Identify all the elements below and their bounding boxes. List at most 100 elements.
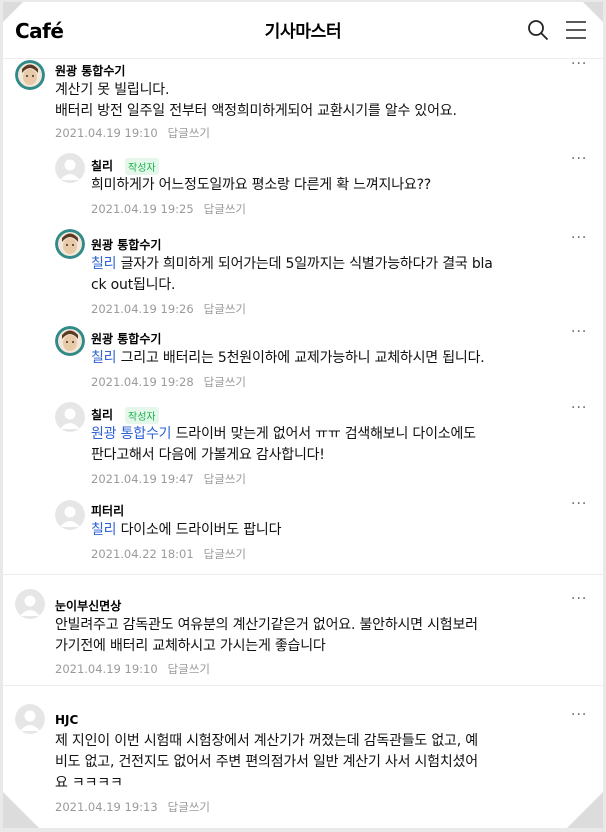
comment-date: 2021.04.19 19:28 xyxy=(91,375,194,389)
comment-author[interactable]: 원광 통합수기 xyxy=(55,62,125,79)
more-options-icon[interactable]: ··· xyxy=(571,56,587,72)
more-options-icon[interactable]: ··· xyxy=(571,230,587,246)
comment-item: 칠리 작성자 ··· 희미하게가 어느정도일까요 평소랑 다른게 확 느껴지나요?? 2… xyxy=(3,151,603,226)
more-options-icon[interactable]: ··· xyxy=(571,151,587,167)
comment-text: 칠리 그리고 배터리는 5천원이하에 교제가능하니 교체하시면 됩니다. xyxy=(91,348,593,369)
mention-link[interactable]: 칠리 xyxy=(91,522,117,538)
reply-button[interactable]: 답글쓰기 xyxy=(168,662,210,676)
more-options-icon[interactable]: ··· xyxy=(571,707,587,723)
comment-date: 2021.04.19 19:13 xyxy=(55,800,158,814)
comment-text: 칠리 다이소에 드라이버도 팝니다 xyxy=(91,520,593,541)
reply-button[interactable]: 답글쓰기 xyxy=(204,202,246,216)
comment-author[interactable]: 원광 통합수기 xyxy=(91,236,161,253)
comment-item: 칠리 작성자 ··· 원광 통합수기 드라이버 맞는게 없어서 ㅠㅠ 검색해보니 다이… xyxy=(3,397,603,492)
reply-button[interactable]: 답글쓰기 xyxy=(168,800,210,814)
comment-meta: 2021.04.19 19:28 답글쓰기 xyxy=(91,374,246,390)
more-options-icon[interactable]: ··· xyxy=(571,324,587,340)
comment-date: 2021.04.22 18:01 xyxy=(91,547,194,561)
reply-button[interactable]: 답글쓰기 xyxy=(204,472,246,486)
comment-line: ck out됩니다. xyxy=(91,275,593,296)
comment-meta: 2021.04.19 19:47 답글쓰기 xyxy=(91,471,246,487)
search-icon[interactable] xyxy=(527,19,549,41)
mention-link[interactable]: 원광 통합수기 xyxy=(91,426,172,442)
comment-date: 2021.04.19 19:10 xyxy=(55,662,158,676)
comment-line: 칠리 그리고 배터리는 5천원이하에 교제가능하니 교체하시면 됩니다. xyxy=(91,348,593,369)
comment-line-text: 비도 없고, 건전지도 없어서 주변 편의점가서 일반 계산기 사서 시험치셨어 xyxy=(55,754,478,770)
mention-link[interactable]: 칠리 xyxy=(91,256,117,272)
corner-fold-bottom-left xyxy=(3,792,39,828)
comment-item: 피터리 ··· 칠리 다이소에 드라이버도 팝니다 2021.04.22 18:01 답… xyxy=(3,492,603,575)
comment-text: 계산기 못 빌립니다. 배터리 방전 일주일 전부터 액정희미하게되어 교환시기를… xyxy=(55,80,593,122)
comment-line: 제 지인이 이번 시험때 시험장에서 계산기가 꺼졌는데 감독관들도 없고, 예 xyxy=(55,731,593,752)
comment-author[interactable]: 눈이부신면상 xyxy=(55,597,121,614)
comment-meta: 2021.04.19 19:13 답글쓰기 xyxy=(55,799,210,815)
comment-item: 원광 통합수기 ··· 칠리 그리고 배터리는 5천원이하에 교제가능하니 교체하시… xyxy=(3,320,603,397)
corner-fold-bottom-right xyxy=(567,792,603,828)
comment-date: 2021.04.19 19:26 xyxy=(91,302,194,316)
comment-line-text: 계산기 못 빌립니다. xyxy=(55,82,170,98)
comment-line-text: 글자가 희미하게 되어가는데 5일까지는 식별가능하다가 결국 bla xyxy=(116,256,493,272)
comment-line: 희미하게가 어느정도일까요 평소랑 다른게 확 느껴지나요?? xyxy=(91,175,593,196)
comment-item: 눈이부신면상 ··· 안빌려주고 감독관도 여유분의 계산기같은거 없어요. 불안하… xyxy=(3,575,603,686)
profile-photo-avatar[interactable] xyxy=(15,60,45,90)
more-options-icon[interactable]: ··· xyxy=(571,496,587,512)
comment-line-text: 안빌려주고 감독관도 여유분의 계산기같은거 없어요. 불안하시면 시험보러 xyxy=(55,617,478,633)
comment-item: HJC ··· 제 지인이 이번 시험때 시험장에서 계산기가 꺼졌는데 감독관들도… xyxy=(3,686,603,826)
comment-line: 칠리 다이소에 드라이버도 팝니다 xyxy=(91,520,593,541)
comment-line-text: 가기전에 배터리 교체하시고 가시는게 좋습니다 xyxy=(55,638,326,654)
comment-meta: 2021.04.22 18:01 답글쓰기 xyxy=(91,546,246,562)
profile-photo-avatar[interactable] xyxy=(55,326,85,356)
author-badge: 작성자 xyxy=(125,158,159,175)
comment-line-text: 요 ㅋㅋㅋㅋ xyxy=(55,775,123,791)
comment-author[interactable]: HJC xyxy=(55,713,78,727)
comment-item: 원광 통합수기 ··· 계산기 못 빌립니다. 배터리 방전 일주일 전부터 액정희미… xyxy=(3,56,603,153)
page-title: 기사마스터 xyxy=(264,22,342,42)
comment-line: 안빌려주고 감독관도 여유분의 계산기같은거 없어요. 불안하시면 시험보러 xyxy=(55,615,593,636)
comment-line: 배터리 방전 일주일 전부터 액정희미하게되어 교환시기를 알수 있어요. xyxy=(55,101,593,122)
comment-line-text: 희미하게가 어느정도일까요 평소랑 다른게 확 느껴지나요?? xyxy=(91,177,432,193)
comment-line-text: ck out됩니다. xyxy=(91,277,176,293)
reply-button[interactable]: 답글쓰기 xyxy=(204,302,246,316)
reply-button[interactable]: 답글쓰기 xyxy=(168,126,210,140)
profile-photo-avatar[interactable] xyxy=(55,229,85,259)
comment-text: 제 지인이 이번 시험때 시험장에서 계산기가 꺼졌는데 감독관들도 없고, 예… xyxy=(55,731,593,794)
comment-author[interactable]: 피터리 xyxy=(91,502,124,519)
more-options-icon[interactable]: ··· xyxy=(571,400,587,416)
hamburger-menu-icon[interactable] xyxy=(565,19,587,41)
default-avatar[interactable] xyxy=(15,589,45,619)
author-badge: 작성자 xyxy=(125,407,159,424)
comment-line-text: 판다고해서 다음에 가볼게요 감사합니다! xyxy=(91,447,325,463)
comment-line: 가기전에 배터리 교체하시고 가시는게 좋습니다 xyxy=(55,636,593,657)
default-avatar[interactable] xyxy=(55,153,85,183)
reply-button[interactable]: 답글쓰기 xyxy=(204,375,246,389)
comment-meta: 2021.04.19 19:25 답글쓰기 xyxy=(91,201,246,217)
comment-item: 원광 통합수기 ··· 칠리 글자가 희미하게 되어가는데 5일까지는 식별가능하다… xyxy=(3,226,603,320)
comment-date: 2021.04.19 19:25 xyxy=(91,202,194,216)
comment-line: 칠리 글자가 희미하게 되어가는데 5일까지는 식별가능하다가 결국 bla xyxy=(91,254,593,275)
corner-fold-top-left xyxy=(3,2,23,22)
more-options-icon[interactable]: ··· xyxy=(571,591,587,607)
corner-fold-top-right xyxy=(583,2,603,22)
cafe-comment-page: Café 기사마스터 원광 통합수기 ··· 계산기 못 빌립니다. 배터리 방전 일… xyxy=(3,2,603,828)
comment-author[interactable]: 원광 통합수기 xyxy=(91,330,161,347)
comment-meta: 2021.04.19 19:26 답글쓰기 xyxy=(91,301,246,317)
comment-author[interactable]: 칠리 xyxy=(91,157,113,174)
comment-author[interactable]: 칠리 xyxy=(91,406,113,423)
comment-meta: 2021.04.19 19:10 답글쓰기 xyxy=(55,125,210,141)
comment-divider xyxy=(3,685,603,686)
comment-divider xyxy=(3,574,603,575)
comment-text: 원광 통합수기 드라이버 맞는게 없어서 ㅠㅠ 검색해보니 다이소에도판다고해서… xyxy=(91,424,593,466)
comment-line: 원광 통합수기 드라이버 맞는게 없어서 ㅠㅠ 검색해보니 다이소에도 xyxy=(91,424,593,445)
reply-button[interactable]: 답글쓰기 xyxy=(204,547,246,561)
app-header: Café 기사마스터 xyxy=(3,2,603,59)
default-avatar[interactable] xyxy=(55,500,85,530)
mention-link[interactable]: 칠리 xyxy=(91,350,117,366)
comment-line: 판다고해서 다음에 가볼게요 감사합니다! xyxy=(91,445,593,466)
comment-meta: 2021.04.19 19:10 답글쓰기 xyxy=(55,661,210,677)
comment-line: 요 ㅋㅋㅋㅋ xyxy=(55,773,593,794)
default-avatar[interactable] xyxy=(15,704,45,734)
comment-line-text: 드라이버 맞는게 없어서 ㅠㅠ 검색해보니 다이소에도 xyxy=(171,426,476,442)
comment-line-text: 배터리 방전 일주일 전부터 액정희미하게되어 교환시기를 알수 있어요. xyxy=(55,103,457,119)
comment-text: 안빌려주고 감독관도 여유분의 계산기같은거 없어요. 불안하시면 시험보러가기… xyxy=(55,615,593,657)
default-avatar[interactable] xyxy=(55,402,85,432)
